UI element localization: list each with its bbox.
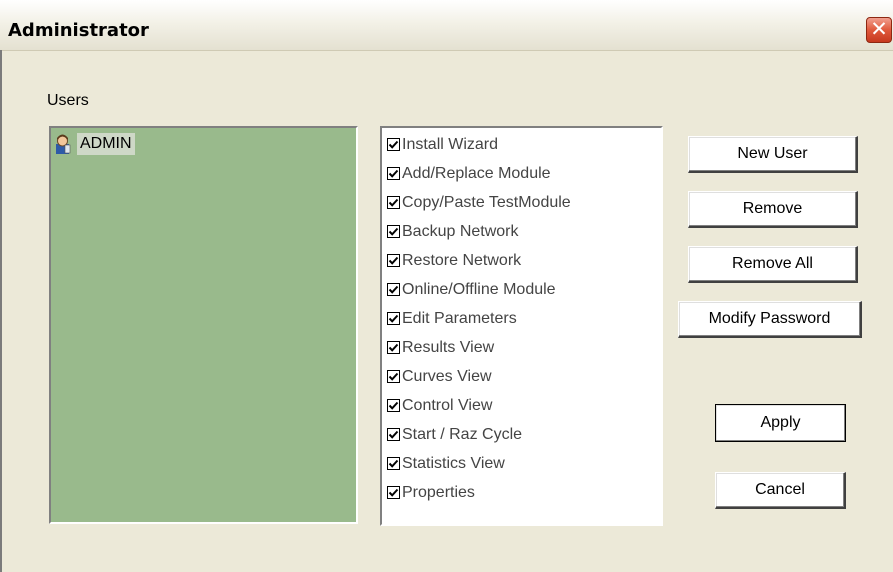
permission-checkbox[interactable] xyxy=(387,399,400,412)
permission-checkbox[interactable] xyxy=(387,370,400,383)
permission-item[interactable]: Results View xyxy=(387,337,571,366)
list-item-user-admin[interactable]: ADMIN xyxy=(53,133,135,155)
users-label: Users xyxy=(47,92,89,109)
title-bar[interactable]: Administrator ✕ xyxy=(0,0,893,51)
window-border xyxy=(0,50,2,572)
permission-label: Online/Offline Module xyxy=(402,281,556,298)
apply-button[interactable]: Apply xyxy=(715,404,846,442)
permission-label: Start / Raz Cycle xyxy=(402,426,523,443)
permission-item[interactable]: Edit Parameters xyxy=(387,308,571,337)
permission-item[interactable]: Add/Replace Module xyxy=(387,163,571,192)
permission-item[interactable]: Properties xyxy=(387,482,571,511)
modify-password-button[interactable]: Modify Password xyxy=(678,301,862,338)
permission-checkbox[interactable] xyxy=(387,486,400,499)
remove-all-button[interactable]: Remove All xyxy=(688,246,858,283)
permission-item[interactable]: Install Wizard xyxy=(387,134,571,163)
permission-label: Copy/Paste TestModule xyxy=(402,194,571,211)
close-button[interactable]: ✕ xyxy=(866,17,892,43)
permission-checkbox[interactable] xyxy=(387,457,400,470)
permission-item[interactable]: Statistics View xyxy=(387,453,571,482)
permission-item[interactable]: Curves View xyxy=(387,366,571,395)
permission-item[interactable]: Start / Raz Cycle xyxy=(387,424,571,453)
window-title: Administrator xyxy=(8,20,149,41)
permission-item[interactable]: Copy/Paste TestModule xyxy=(387,192,571,221)
permission-checkbox[interactable] xyxy=(387,283,400,296)
permission-checkbox[interactable] xyxy=(387,341,400,354)
permission-label: Restore Network xyxy=(402,252,522,269)
permission-checkbox[interactable] xyxy=(387,225,400,238)
permission-label: Backup Network xyxy=(402,223,519,240)
permission-checkbox[interactable] xyxy=(387,312,400,325)
permission-label: Properties xyxy=(402,484,475,501)
remove-button[interactable]: Remove xyxy=(688,191,858,228)
user-name: ADMIN xyxy=(77,133,135,155)
user-icon xyxy=(56,134,71,154)
cancel-button[interactable]: Cancel xyxy=(715,472,846,509)
permission-label: Results View xyxy=(402,339,495,356)
permission-checkbox[interactable] xyxy=(387,428,400,441)
permission-label: Install Wizard xyxy=(402,136,499,153)
permissions-list[interactable]: Install Wizard Add/Replace Module Copy/Pas… xyxy=(380,126,663,526)
permission-item[interactable]: Backup Network xyxy=(387,221,571,250)
permission-label: Control View xyxy=(402,397,493,414)
permission-checkbox[interactable] xyxy=(387,167,400,180)
users-list[interactable]: ADMIN xyxy=(49,126,358,524)
permission-checkbox[interactable] xyxy=(387,196,400,209)
permission-label: Curves View xyxy=(402,368,492,385)
new-user-button[interactable]: New User xyxy=(688,136,858,173)
permission-label: Add/Replace Module xyxy=(402,165,551,182)
permission-checkbox[interactable] xyxy=(387,254,400,267)
permission-item[interactable]: Restore Network xyxy=(387,250,571,279)
permission-item[interactable]: Control View xyxy=(387,395,571,424)
permission-item[interactable]: Online/Offline Module xyxy=(387,279,571,308)
close-icon: ✕ xyxy=(870,17,888,41)
permission-checkbox[interactable] xyxy=(387,138,400,151)
permission-label: Edit Parameters xyxy=(402,310,517,327)
permission-label: Statistics View xyxy=(402,455,505,472)
